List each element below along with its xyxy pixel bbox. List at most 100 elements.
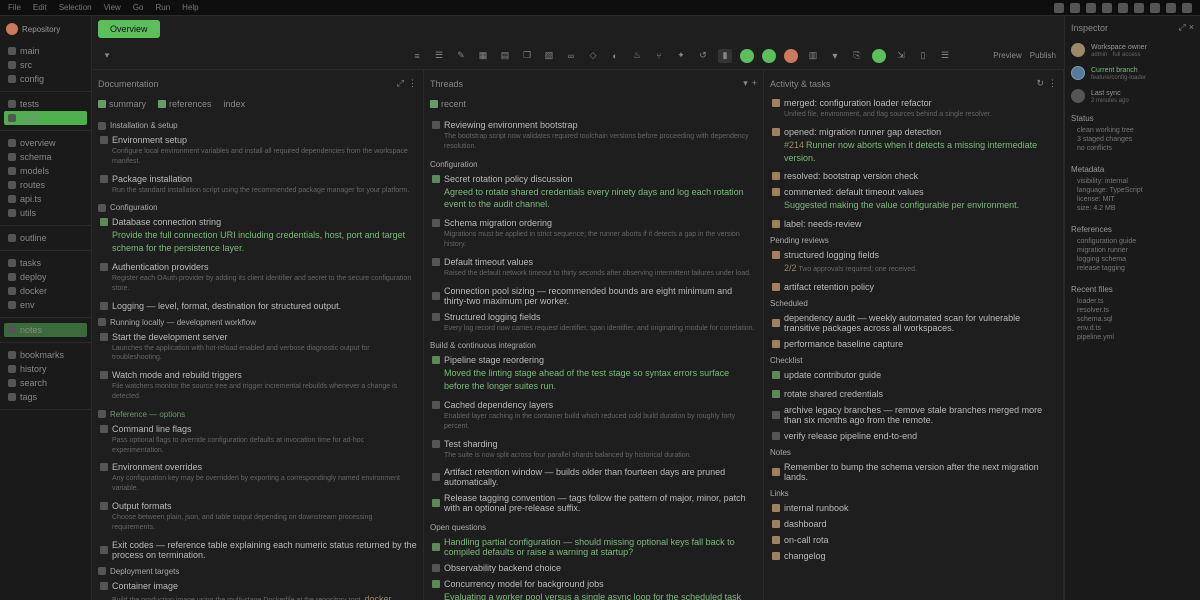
sidebar-item-docker[interactable]: docker: [4, 284, 87, 298]
doc-entry[interactable]: Authentication providersRegister each OA…: [98, 259, 417, 298]
sync-icon[interactable]: [1070, 3, 1080, 13]
menu-icon[interactable]: ☰: [938, 49, 952, 63]
thread-entry[interactable]: Test shardingThe suite is now split acro…: [430, 436, 757, 465]
menu-go[interactable]: Go: [133, 3, 144, 12]
menu-view[interactable]: View: [104, 3, 121, 12]
chevron-down-icon[interactable]: ▾: [100, 49, 114, 63]
inspector-line[interactable]: 3 staged changes: [1071, 135, 1194, 144]
branch-icon[interactable]: ⑂: [652, 49, 666, 63]
max-icon[interactable]: [1166, 3, 1176, 13]
bookmark-icon[interactable]: ▮: [718, 49, 732, 63]
thread-entry[interactable]: Release tagging convention — tags follow…: [430, 490, 757, 519]
menu-help[interactable]: Help: [182, 3, 198, 12]
menu-run[interactable]: Run: [155, 3, 170, 12]
thread-entry[interactable]: Observability backend choice: [430, 560, 757, 576]
thread-entry[interactable]: Connection pool sizing — recommended bou…: [430, 283, 757, 309]
sidebar-item-tasks[interactable]: tasks: [4, 256, 87, 270]
activity-entry[interactable]: on-call rota: [770, 532, 1057, 548]
sidebar-item-tests[interactable]: tests: [4, 97, 87, 111]
activity-entry[interactable]: dependency audit — weekly automated scan…: [770, 310, 1057, 336]
sidebar-item-build[interactable]: build: [4, 111, 87, 125]
table-icon[interactable]: ▤: [498, 49, 512, 63]
ellipsis-icon[interactable]: [1134, 3, 1144, 13]
grid-icon[interactable]: [1086, 3, 1096, 13]
calendar-icon[interactable]: ▥: [806, 49, 820, 63]
activity-entry[interactable]: resolved: bootstrap version check: [770, 168, 1057, 184]
grid-icon[interactable]: ▧: [542, 49, 556, 63]
sparkle-icon[interactable]: ✦: [674, 49, 688, 63]
col1-expand-icon[interactable]: ⤢: [397, 78, 404, 89]
min-icon[interactable]: [1150, 3, 1160, 13]
sidebar-item-notes[interactable]: notes: [4, 323, 87, 337]
image-icon[interactable]: ▦: [476, 49, 490, 63]
thread-entry[interactable]: Default timeout valuesRaised the default…: [430, 254, 757, 283]
col2-filter-icon[interactable]: ▾: [743, 78, 748, 89]
filter-icon[interactable]: ▼: [828, 49, 842, 63]
inspector-line[interactable]: language: TypeScript: [1071, 186, 1194, 195]
inspector-line[interactable]: size: 4.2 MB: [1071, 204, 1194, 213]
inspector-line[interactable]: release tagging: [1071, 264, 1194, 273]
doc-entry[interactable]: Exit codes — reference table explaining …: [98, 537, 417, 563]
inspector-line[interactable]: license: MIT: [1071, 195, 1194, 204]
thread-entry[interactable]: Concurrency model for background jobsEva…: [430, 576, 757, 600]
thread-entry[interactable]: Pipeline stage reorderingMoved the linti…: [430, 352, 757, 397]
thread-entry[interactable]: Handling partial configuration — should …: [430, 534, 757, 560]
status-dot-3[interactable]: [784, 49, 798, 63]
window-icon[interactable]: [1118, 3, 1128, 13]
thread-entry[interactable]: Cached dependency layersEnabled layer ca…: [430, 397, 757, 436]
status-dot-4[interactable]: [872, 49, 886, 63]
activity-entry[interactable]: internal runbook: [770, 500, 1057, 516]
thread-entry[interactable]: Structured logging fieldsEvery log recor…: [430, 309, 757, 338]
sidebar-item-deploy[interactable]: deploy: [4, 270, 87, 284]
sidebar-item-tags[interactable]: tags: [4, 390, 87, 404]
inspector-line[interactable]: configuration guide: [1071, 237, 1194, 246]
activity-entry[interactable]: Remember to bump the schema version afte…: [770, 459, 1057, 485]
doc-entry[interactable]: Package installationRun the standard ins…: [98, 171, 417, 200]
sidebar-item-utils[interactable]: utils: [4, 206, 87, 220]
inspector-line[interactable]: resolver.ts: [1071, 306, 1194, 315]
doc-entry[interactable]: Start the development serverLaunches the…: [98, 329, 417, 368]
inspector-line[interactable]: visibility: internal: [1071, 177, 1194, 186]
activity-entry[interactable]: commented: default timeout valuesSuggest…: [770, 184, 1057, 216]
attach-icon[interactable]: ⎘: [850, 49, 864, 63]
export-icon[interactable]: ⇲: [894, 49, 908, 63]
activity-entry[interactable]: opened: migration runner gap detection #…: [770, 124, 1057, 169]
sidebar-workspace-header[interactable]: Repository: [0, 16, 91, 42]
sidebar-item-routes[interactable]: routes: [4, 178, 87, 192]
sidebar-item-bookmarks[interactable]: bookmarks: [4, 348, 87, 362]
thread-entry[interactable]: Secret rotation policy discussionAgreed …: [430, 171, 757, 216]
bell-icon[interactable]: [1054, 3, 1064, 13]
layers-icon[interactable]: ❐: [520, 49, 534, 63]
activity-entry[interactable]: label: needs-review: [770, 216, 1057, 232]
sidebar-item-history[interactable]: history: [4, 362, 87, 376]
inspector-line[interactable]: migration runner: [1071, 246, 1194, 255]
inspector-line[interactable]: schema.sql: [1071, 315, 1194, 324]
sidebar-item-env[interactable]: env: [4, 298, 87, 312]
inspector-profile-item[interactable]: Workspace owneradmin · full access: [1071, 39, 1194, 62]
activity-entry[interactable]: rotate shared credentials: [770, 386, 1057, 402]
doc-entry[interactable]: Database connection stringProvide the fu…: [98, 214, 417, 259]
sidebar-item-main[interactable]: main: [4, 44, 87, 58]
right-close-icon[interactable]: ×: [1189, 22, 1194, 33]
activity-entry[interactable]: archive legacy branches — remove stale b…: [770, 402, 1057, 428]
sidebar-item-models[interactable]: models: [4, 164, 87, 178]
doc-entry[interactable]: Watch mode and rebuild triggersFile watc…: [98, 367, 417, 406]
status-dot-2[interactable]: [762, 49, 776, 63]
subtab-index[interactable]: index: [224, 99, 246, 109]
sidebar-item-schema[interactable]: schema: [4, 150, 87, 164]
inspector-line[interactable]: loader.ts: [1071, 297, 1194, 306]
activity-entry[interactable]: performance baseline capture: [770, 336, 1057, 352]
activity-entry[interactable]: merged: configuration loader refactorUni…: [770, 95, 1057, 124]
doc-entry[interactable]: Output formatsChoose between plain, json…: [98, 498, 417, 537]
sidebar-item-outline[interactable]: outline: [4, 231, 87, 245]
col3-more-icon[interactable]: ⋮: [1048, 78, 1057, 89]
status-dot-1[interactable]: [740, 49, 754, 63]
align-left-icon[interactable]: ≡: [410, 49, 424, 63]
user-icon[interactable]: [1102, 3, 1112, 13]
palette-icon[interactable]: ◐: [608, 49, 622, 63]
menu-file[interactable]: File: [8, 3, 21, 12]
inspector-line[interactable]: logging schema: [1071, 255, 1194, 264]
col3-refresh-icon[interactable]: ↻: [1036, 78, 1044, 89]
thread-entry[interactable]: Reviewing environment bootstrapThe boots…: [430, 117, 757, 156]
menu-edit[interactable]: Edit: [33, 3, 47, 12]
